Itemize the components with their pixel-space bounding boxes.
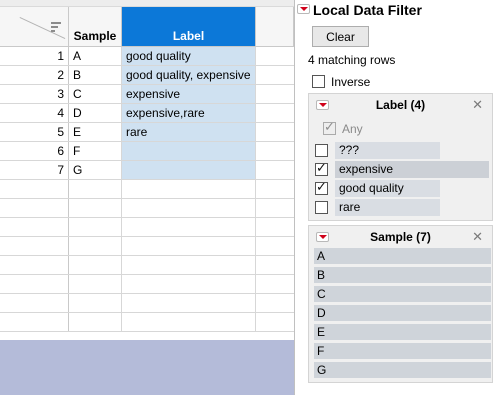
cell-label[interactable] (122, 142, 256, 160)
label-group-title: Label (4) (375, 98, 426, 112)
sample-value-item[interactable]: F (314, 343, 491, 360)
panel-title: Local Data Filter (313, 2, 422, 18)
cell-sample[interactable]: D (69, 104, 122, 122)
close-icon[interactable]: ✕ (472, 97, 483, 113)
cell-label[interactable]: rare (122, 123, 256, 141)
column-header-label[interactable]: Label (122, 7, 256, 47)
value-item[interactable]: expensive (335, 161, 489, 178)
row-number: 6 (0, 142, 69, 160)
label-filter-group: Label (4) ✕ Any ??? expensive good quali… (308, 93, 493, 221)
sample-value-item[interactable]: E (314, 324, 491, 341)
value-item[interactable]: good quality (335, 180, 440, 197)
cell-sample[interactable]: F (69, 142, 122, 160)
any-label: Any (342, 122, 363, 136)
empty-row (0, 294, 294, 313)
sample-group-title: Sample (7) (370, 230, 431, 244)
value-checkbox[interactable] (315, 144, 328, 157)
row-number: 2 (0, 66, 69, 84)
filter-menu-dropdown-icon[interactable] (297, 4, 310, 14)
value-checkbox[interactable] (315, 201, 328, 214)
row-number: 4 (0, 104, 69, 122)
empty-row (0, 275, 294, 294)
value-item[interactable]: ??? (335, 142, 440, 159)
row-number: 1 (0, 47, 69, 65)
sample-value-item[interactable]: D (314, 305, 491, 322)
table-rows: 1 Agood quality 2 Bgood quality, expensive… (0, 47, 294, 332)
close-icon[interactable]: ✕ (472, 229, 483, 245)
table-row[interactable]: 6F (0, 142, 294, 161)
cell-sample[interactable]: E (69, 123, 122, 141)
column-header-empty (256, 7, 294, 47)
cell-label[interactable]: expensive (122, 85, 256, 103)
table-row[interactable]: 7G (0, 161, 294, 180)
row-number: 3 (0, 85, 69, 103)
inverse-label: Inverse (331, 75, 371, 89)
cell-label[interactable]: good quality (122, 47, 256, 65)
matching-rows-text: 4 matching rows (308, 53, 396, 67)
value-checkbox[interactable] (315, 161, 328, 176)
local-data-filter-panel: Local Data Filter Clear 4 matching rows … (294, 0, 503, 395)
empty-row (0, 313, 294, 332)
sample-value-item[interactable]: A (314, 248, 491, 265)
sample-filter-group: Sample (7) ✕ A B C D E F G (308, 225, 493, 383)
cell-sample[interactable]: A (69, 47, 122, 65)
cell-label[interactable] (122, 161, 256, 179)
column-header-sample[interactable]: Sample (69, 7, 122, 47)
table-row[interactable]: 3 Cexpensive (0, 85, 294, 104)
table-row[interactable]: 4 Dexpensive,rare (0, 104, 294, 123)
cell-sample[interactable]: C (69, 85, 122, 103)
sample-value-item[interactable]: G (314, 362, 491, 379)
row-number: 7 (0, 161, 69, 179)
table-bottom-strip (0, 340, 294, 395)
sample-value-item[interactable]: B (314, 267, 491, 284)
value-checkbox[interactable] (315, 180, 328, 195)
row-number: 5 (0, 123, 69, 141)
empty-row (0, 218, 294, 237)
table-row[interactable]: 1 Agood quality (0, 47, 294, 66)
cell-label[interactable]: good quality, expensive (122, 66, 256, 84)
sample-value-item[interactable]: C (314, 286, 491, 303)
empty-row (0, 237, 294, 256)
cell-label[interactable]: expensive,rare (122, 104, 256, 122)
empty-row (0, 256, 294, 275)
data-table: Sample Label 1 Agood quality 2 Bgood quali… (0, 0, 294, 395)
value-item[interactable]: rare (335, 199, 440, 216)
filter-icon[interactable] (51, 22, 61, 34)
any-checkbox[interactable] (323, 120, 336, 135)
cell-sample[interactable]: B (69, 66, 122, 84)
cell-sample[interactable]: G (69, 161, 122, 179)
empty-row (0, 199, 294, 218)
table-top-band (0, 0, 294, 7)
table-row[interactable]: 5 Erare (0, 123, 294, 142)
empty-row (0, 180, 294, 199)
table-row[interactable]: 2 Bgood quality, expensive (0, 66, 294, 85)
inverse-checkbox[interactable] (312, 75, 325, 88)
clear-button[interactable]: Clear (312, 26, 369, 47)
